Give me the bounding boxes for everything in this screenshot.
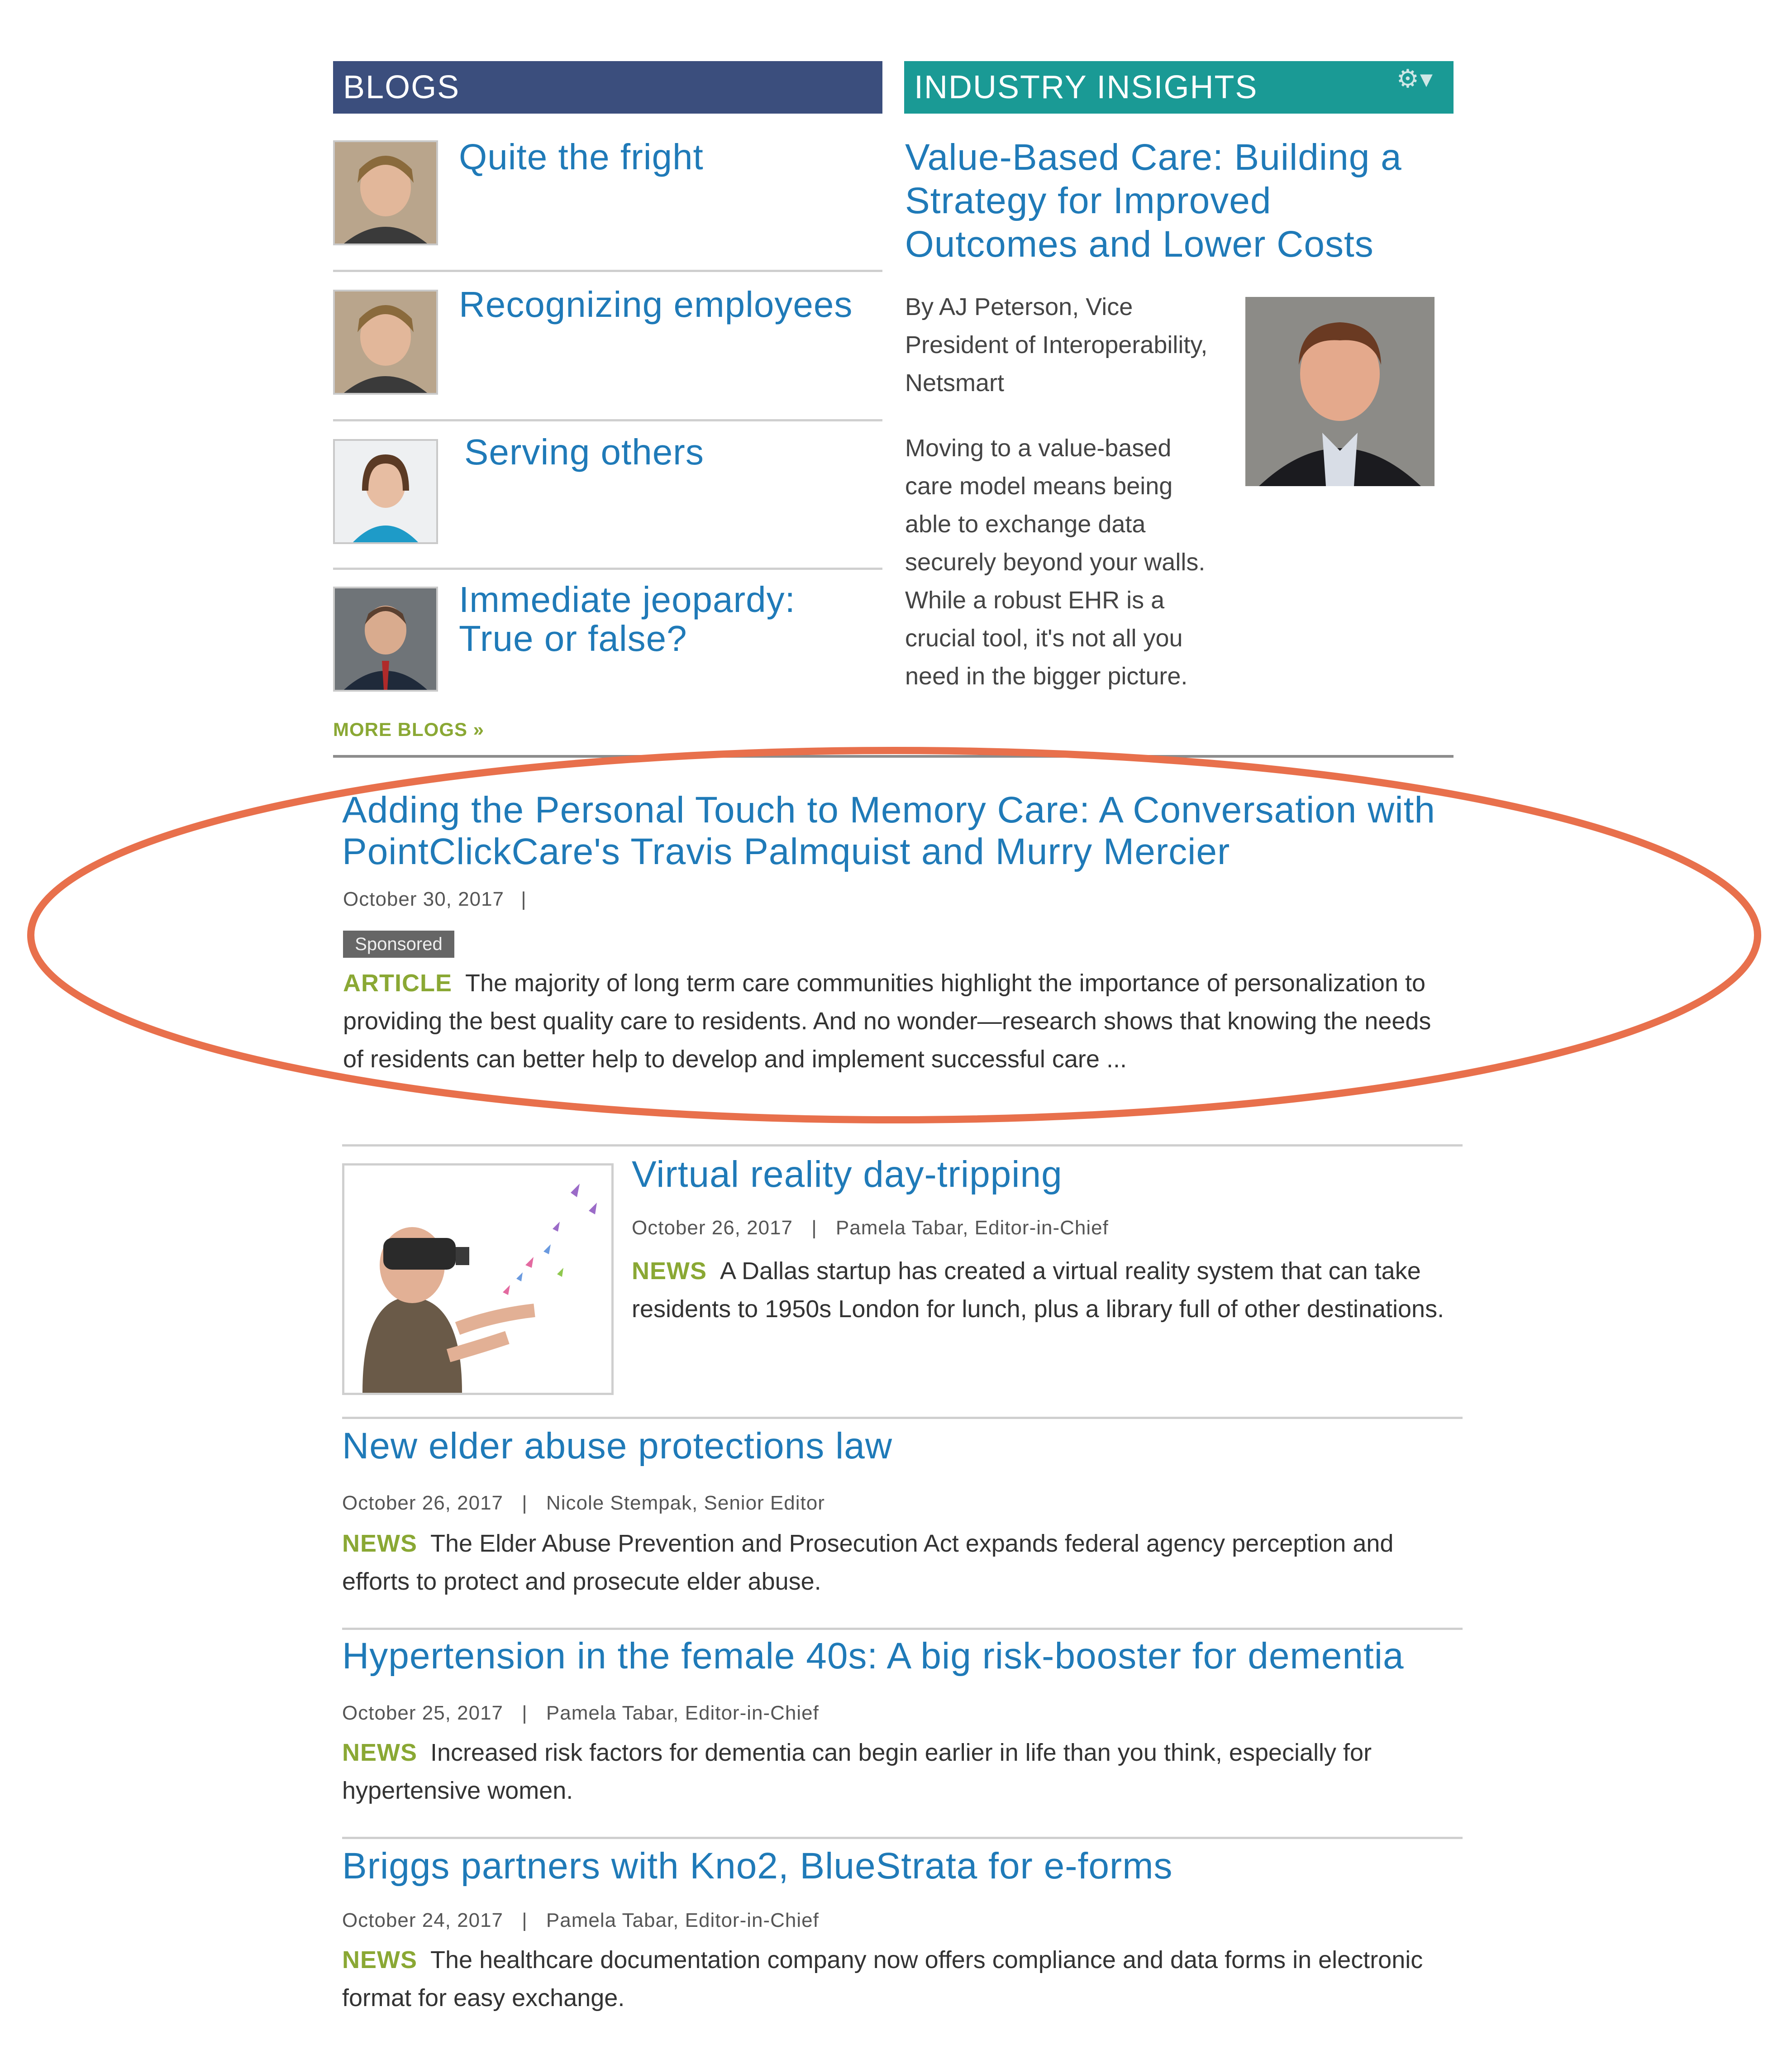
blog-author-avatar[interactable] [333, 587, 438, 692]
divider [342, 1628, 1463, 1630]
article-date: October 26, 2017 [632, 1217, 793, 1239]
blog-title-line: Immediate jeopardy: [459, 579, 796, 620]
divider [342, 1837, 1463, 1839]
article-summary-text: The Elder Abuse Prevention and Prosecuti… [342, 1530, 1394, 1595]
meta-separator: | [811, 1217, 817, 1239]
article-title-link[interactable]: New elder abuse protections law [342, 1425, 892, 1467]
blogs-section-header: BLOGS [333, 61, 882, 114]
article-thumbnail[interactable] [342, 1163, 614, 1395]
blogs-header-label: BLOGS [343, 69, 460, 105]
article-type-tag[interactable]: NEWS [342, 1739, 417, 1766]
article-type-tag[interactable]: ARTICLE [343, 970, 452, 997]
featured-article-meta: October 30, 2017 | [343, 888, 527, 911]
article-meta: October 26, 2017 | Nicole Stempak, Senio… [342, 1492, 825, 1515]
article-date: October 25, 2017 [342, 1702, 504, 1724]
blog-item[interactable]: Serving others [333, 433, 882, 552]
gear-icon[interactable]: ⚙▾ [1396, 64, 1434, 94]
article-date: October 24, 2017 [342, 1909, 504, 1931]
article-type-tag[interactable]: NEWS [342, 1530, 417, 1557]
article-type-tag[interactable]: NEWS [342, 1946, 417, 1973]
featured-article-title-link[interactable]: Adding the Personal Touch to Memory Care… [342, 789, 1473, 873]
industry-insights-header: INDUSTRY INSIGHTS ⚙▾ [904, 61, 1454, 114]
blog-title-link[interactable]: Quite the fright [459, 138, 704, 177]
insight-summary: Moving to a value-based care model means… [905, 429, 1453, 695]
featured-article-summary: ARTICLE The majority of long term care c… [343, 964, 1443, 1078]
blog-title-link[interactable]: Serving others [464, 433, 704, 472]
article-meta: October 24, 2017 | Pamela Tabar, Editor-… [342, 1909, 819, 1932]
insights-header-label: INDUSTRY INSIGHTS [914, 69, 1258, 105]
divider [333, 419, 882, 421]
article-author-link[interactable]: Pamela Tabar, Editor-in-Chief [836, 1217, 1109, 1239]
article-meta: October 25, 2017 | Pamela Tabar, Editor-… [342, 1702, 819, 1725]
article-title-link[interactable]: Hypertension in the female 40s: A big ri… [342, 1635, 1404, 1677]
article-summary: NEWS A Dallas startup has created a virt… [632, 1252, 1455, 1328]
article-title-link[interactable]: Briggs partners with Kno2, BlueStrata fo… [342, 1845, 1173, 1887]
article-type-tag[interactable]: NEWS [632, 1257, 707, 1285]
article-date: October 26, 2017 [342, 1492, 504, 1514]
blog-item[interactable]: Quite the fright [333, 138, 882, 253]
article-summary: NEWS The healthcare documentation compan… [342, 1941, 1446, 2017]
divider [342, 1144, 1463, 1147]
article-title-link[interactable]: Virtual reality day-tripping [632, 1153, 1063, 1196]
blog-item[interactable]: Recognizing employees [333, 285, 882, 403]
meta-separator: | [522, 1702, 528, 1724]
blog-title-link[interactable]: Immediate jeopardy: True or false? [459, 580, 796, 658]
blog-title-link[interactable]: Recognizing employees [459, 285, 853, 324]
blog-title-line: True or false? [459, 618, 687, 659]
sponsored-badge: Sponsored [343, 931, 454, 958]
divider [333, 568, 882, 570]
blog-author-avatar[interactable] [333, 140, 438, 245]
section-divider [333, 755, 1454, 758]
insight-byline: By AJ Peterson, Vice President of Intero… [905, 293, 1208, 397]
article-date: October 30, 2017 [343, 888, 505, 910]
article-summary-text: The majority of long term care communiti… [343, 970, 1431, 1073]
insight-summary-text: Moving to a value-based care model means… [905, 435, 1206, 690]
article-author-link[interactable]: Pamela Tabar, Editor-in-Chief [546, 1909, 819, 1931]
article-summary-text: Increased risk factors for dementia can … [342, 1739, 1372, 1804]
article-meta: October 26, 2017 | Pamela Tabar, Editor-… [632, 1217, 1109, 1239]
divider [342, 1417, 1463, 1419]
blog-author-avatar[interactable] [333, 439, 438, 544]
article-summary: NEWS Increased risk factors for dementia… [342, 1734, 1460, 1810]
meta-separator: | [522, 1492, 528, 1514]
more-blogs-link[interactable]: MORE BLOGS » [333, 719, 484, 741]
article-summary-text: A Dallas startup has created a virtual r… [632, 1257, 1444, 1323]
article-summary: NEWS The Elder Abuse Prevention and Pros… [342, 1524, 1401, 1601]
article-author-link[interactable]: Nicole Stempak, Senior Editor [546, 1492, 825, 1514]
divider [333, 270, 882, 272]
blog-author-avatar[interactable] [333, 290, 438, 395]
blog-item[interactable]: Immediate jeopardy: True or false? [333, 580, 882, 704]
meta-separator: | [522, 1909, 528, 1931]
article-author-link[interactable]: Pamela Tabar, Editor-in-Chief [546, 1702, 819, 1724]
article-summary-text: The healthcare documentation company now… [342, 1946, 1423, 2011]
insight-title-link[interactable]: Value-Based Care: Building a Strategy fo… [905, 136, 1448, 266]
meta-separator: | [521, 888, 527, 910]
